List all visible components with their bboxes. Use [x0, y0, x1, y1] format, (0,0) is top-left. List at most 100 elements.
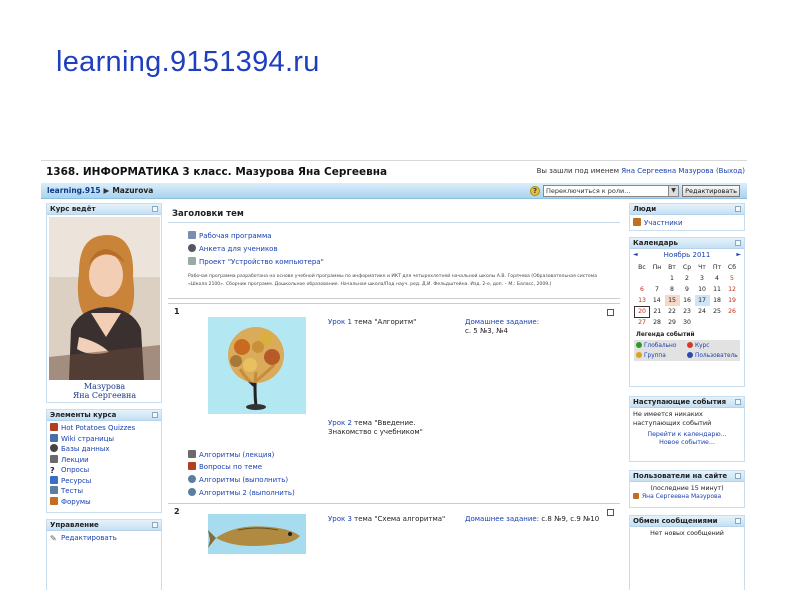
calendar-day: 26: [728, 308, 736, 315]
lesson-2-text-cont: Знакомство с учебником": [328, 428, 423, 436]
event-legend-title: Легенда событий: [636, 332, 695, 338]
list-item-label: Базы данных: [61, 445, 110, 453]
legend-user[interactable]: Пользователь: [687, 352, 738, 359]
calendar-day: 24: [698, 308, 706, 315]
collapse-icon[interactable]: [152, 206, 158, 212]
goto-calendar-link[interactable]: Перейти к календарю...: [630, 431, 744, 439]
block-title: Элементы курса: [50, 411, 117, 419]
list-item-label: Форумы: [61, 497, 91, 506]
calendar-day: 16: [683, 297, 691, 304]
legend-group[interactable]: Группа: [636, 352, 687, 359]
activity-questions[interactable]: Вопросы по теме: [188, 462, 262, 472]
assignment-icon: [188, 475, 196, 483]
teacher-photo: [49, 217, 160, 380]
homework-link[interactable]: Домашнее задание: с.8 №9, с.9 №10: [465, 515, 599, 524]
resource-link-program[interactable]: Рабочая программа: [188, 231, 272, 240]
lesson-3-link[interactable]: Урок 3 тема "Схема алгоритма": [328, 515, 445, 524]
lesson-link-label: Урок 2: [328, 419, 352, 427]
collapse-icon[interactable]: [735, 518, 741, 524]
event-legend: Глобально Курс Группа Пользователь: [634, 340, 740, 361]
login-user-link[interactable]: Яна Сергеевна Мазурова: [621, 167, 713, 175]
list-item-hotpot[interactable]: Hot Potatoes Quizzes: [50, 423, 158, 434]
block-title: Пользователи на сайте: [633, 472, 728, 480]
list-item-resources[interactable]: Ресурсы: [50, 475, 158, 487]
online-users-block: Пользователи на сайте (последние 15 мину…: [629, 470, 745, 508]
messages-block: Обмен сообщениями Нет новых сообщений: [629, 515, 745, 590]
prev-month-icon[interactable]: ◄: [633, 249, 638, 261]
algorithm-tree-image: [208, 317, 306, 414]
homework-label: Домашнее задание:: [465, 515, 540, 523]
collapse-icon[interactable]: [735, 473, 741, 479]
topic-checkbox[interactable]: [607, 509, 614, 516]
resource-link-survey[interactable]: Анкета для учеников: [188, 244, 278, 253]
section-description: Рабочая программа разработана на основе …: [188, 274, 598, 287]
legend-course[interactable]: Курс: [687, 342, 738, 349]
no-messages-text: Нет новых сообщений: [650, 530, 724, 537]
lesson-2-link[interactable]: Урок 2 тема "Введение.: [328, 419, 416, 428]
calendar-day: 18: [713, 297, 721, 304]
page-icon: [188, 257, 196, 265]
topic-number: 2: [174, 507, 180, 516]
new-event-link[interactable]: Новое событие...: [630, 439, 744, 447]
list-item-lessons[interactable]: Лекции: [50, 454, 158, 466]
block-header: Календарь: [630, 238, 744, 249]
teacher-name[interactable]: Мазурова Яна Сергеевна: [47, 382, 162, 400]
login-prefix: Вы зашли под именем: [536, 167, 620, 175]
calendar-month[interactable]: Ноябрь 2011: [664, 251, 711, 259]
list-item-choices[interactable]: ? Опросы: [50, 465, 158, 476]
pike-fish-image: [208, 514, 306, 554]
survey-icon: [188, 244, 196, 252]
calendar-day: 25: [713, 308, 721, 315]
weekday: Ср: [682, 264, 692, 271]
lesson-1-link[interactable]: Урок 1 тема "Алгоритм": [328, 318, 416, 327]
calendar-day: 10: [698, 286, 706, 293]
activity-algorithms2-task[interactable]: Алгоритмы 2 (выполнить): [188, 488, 295, 498]
homework-link[interactable]: Домашнее задание:: [465, 318, 539, 327]
collapse-icon[interactable]: [152, 522, 158, 528]
participants-link[interactable]: Участники: [633, 218, 683, 228]
course-title: 1368. ИНФОРМАТИКА 3 класс. Мазурова Яна …: [46, 166, 388, 178]
activity-algorithms-lecture[interactable]: Алгоритмы (лекция): [188, 450, 274, 460]
list-item-forums[interactable]: Форумы: [50, 496, 158, 508]
list-item-quizzes[interactable]: Тесты: [50, 486, 158, 497]
list-item-database[interactable]: Базы данных: [50, 444, 158, 455]
collapse-icon[interactable]: [152, 412, 158, 418]
calendar-day: 12: [728, 286, 736, 293]
calendar-day: [725, 317, 740, 328]
course-elements-list: Hot Potatoes Quizzes Wiki страницы Базы …: [47, 421, 161, 509]
activity-label: Алгоритмы (выполнить): [199, 476, 289, 484]
next-month-icon[interactable]: ►: [736, 249, 741, 261]
logout-link[interactable]: (Выход): [716, 167, 745, 175]
breadcrumb-home-link[interactable]: learning.915: [47, 186, 101, 195]
calendar-day-event[interactable]: 17: [694, 295, 710, 306]
list-item-label: Тесты: [61, 487, 84, 495]
wiki-icon: [50, 433, 58, 442]
calendar-day: 2: [685, 275, 689, 282]
lesson-topic-text: тема "Алгоритм": [354, 318, 417, 326]
role-switch-select[interactable]: Переключиться к роли... ▼: [543, 185, 679, 197]
block-header: Обмен сообщениями: [630, 516, 744, 527]
list-item-wiki[interactable]: Wiki страницы: [50, 433, 158, 445]
online-user-link[interactable]: Яна Сергеевна Мазурова: [630, 493, 744, 500]
topic-checkbox[interactable]: [607, 309, 614, 316]
activity-label: Алгоритмы 2 (выполнить): [199, 489, 295, 497]
forum-icon: [50, 496, 58, 505]
user-event-icon: [687, 352, 693, 358]
calendar-day: 7: [655, 286, 659, 293]
collapse-icon[interactable]: [735, 240, 741, 246]
help-icon[interactable]: ?: [530, 186, 540, 196]
activity-algorithms-task[interactable]: Алгоритмы (выполнить): [188, 475, 288, 485]
resource-link-project[interactable]: Проект "Устройство компьютера": [188, 257, 324, 266]
calendar-day-event[interactable]: 15: [664, 295, 680, 306]
admin-item-edit[interactable]: ✎ Редактировать: [50, 533, 158, 544]
edit-mode-button[interactable]: Редактировать: [682, 185, 740, 197]
legend-global[interactable]: Глобально: [636, 342, 687, 349]
block-title: Курс ведёт: [50, 205, 96, 213]
teacher-surname: Мазурова: [83, 382, 126, 391]
block-header: Наступающие события: [630, 397, 744, 408]
calendar-day: 5: [730, 275, 734, 282]
topic-number: 1: [174, 307, 180, 316]
collapse-icon[interactable]: [735, 206, 741, 212]
collapse-icon[interactable]: [735, 399, 741, 405]
list-item-label: Wiki страницы: [61, 434, 115, 443]
